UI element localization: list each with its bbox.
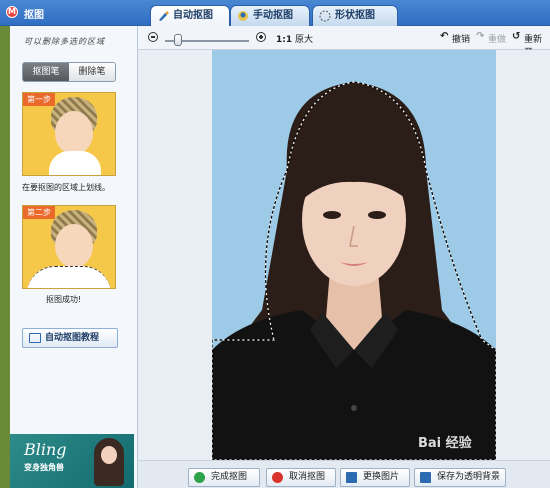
save-transparent-button[interactable]: 保存为透明背景 <box>414 468 506 487</box>
zoom-slider-knob[interactable] <box>174 34 182 46</box>
zoom-label: 原大 <box>295 35 314 45</box>
sidebar-hint: 可以删除多选的区域 <box>24 37 105 46</box>
banner-subtitle: 变身独角兽 <box>24 463 64 472</box>
save-icon <box>420 472 431 483</box>
cutout-brush-button[interactable]: 抠图笔 <box>23 63 69 81</box>
finish-cutout-button[interactable]: 完成抠图 <box>188 468 260 487</box>
book-icon <box>29 333 41 343</box>
portrait-photo[interactable] <box>212 50 496 460</box>
redo-icon: ↷ <box>476 31 485 42</box>
replace-image-button[interactable]: 更换图片 <box>340 468 410 487</box>
undo-icon: ↶ <box>440 31 449 42</box>
tab-auto-cutout[interactable]: 自动抠图 <box>150 5 230 27</box>
undo-label: 撤销 <box>452 35 471 45</box>
tutorial-label: 自动抠图教程 <box>45 333 100 343</box>
tutorial-button[interactable]: 自动抠图教程 <box>22 328 118 348</box>
banner-portrait <box>94 438 124 486</box>
tab-label: 手动抠图 <box>253 10 293 21</box>
baby-body <box>27 266 111 288</box>
step1-label: 第一步 <box>23 93 55 106</box>
watermark: Bai 经验 <box>418 436 472 451</box>
step2-example-image: 第二步 <box>22 205 116 289</box>
baby-body <box>49 151 101 175</box>
original-size-button[interactable]: 1:1 原大 <box>276 32 313 45</box>
cancel-cutout-button[interactable]: 取消抠图 <box>266 468 336 487</box>
zoom-ratio: 1:1 <box>276 35 293 45</box>
baby-face <box>55 224 93 268</box>
brush-toggle: 抠图笔 删除笔 <box>22 62 116 82</box>
save-transparent-label: 保存为透明背景 <box>437 472 501 482</box>
cancel-icon <box>272 472 283 483</box>
step2-caption: 抠图成功! <box>46 295 82 304</box>
cancel-cutout-label: 取消抠图 <box>289 472 326 482</box>
cutout-icon <box>238 11 248 21</box>
tab-label: 自动抠图 <box>173 10 213 21</box>
redo-label: 重做 <box>488 35 507 45</box>
tab-manual-cutout[interactable]: 手动抠图 <box>230 5 310 26</box>
promo-banner[interactable]: Bling 变身独角兽 <box>10 434 134 488</box>
portrait-drawing <box>212 81 496 460</box>
restart-icon: ↺ <box>512 31 521 42</box>
undo-button[interactable]: ↶ 撤销 <box>440 31 471 45</box>
app-logo-icon: M <box>6 6 18 18</box>
delete-brush-button[interactable]: 删除笔 <box>69 63 115 81</box>
step1-caption: 在要抠图的区域上划线。 <box>22 183 110 192</box>
tab-shape-cutout[interactable]: 形状抠图 <box>312 5 398 26</box>
shape-icon <box>319 10 331 22</box>
toolbar: 1:1 原大 ↶ 撤销 ↷ 重做 ↺ 重新开 <box>138 26 550 58</box>
desktop-edge <box>0 26 10 488</box>
check-icon <box>194 472 205 483</box>
step1-example-image: 第一步 <box>22 92 116 176</box>
window-title: 抠图 <box>24 10 44 21</box>
brush-icon <box>159 11 169 21</box>
finish-cutout-label: 完成抠图 <box>211 472 248 482</box>
step2-label: 第二步 <box>23 206 55 219</box>
replace-image-label: 更换图片 <box>363 472 400 482</box>
zoom-out-icon[interactable] <box>148 32 158 42</box>
tab-label: 形状抠图 <box>335 10 375 21</box>
image-icon <box>346 472 357 483</box>
banner-title: Bling <box>24 440 67 459</box>
zoom-in-icon[interactable] <box>256 32 266 42</box>
redo-button[interactable]: ↷ 重做 <box>476 31 507 45</box>
baby-face <box>55 111 93 155</box>
